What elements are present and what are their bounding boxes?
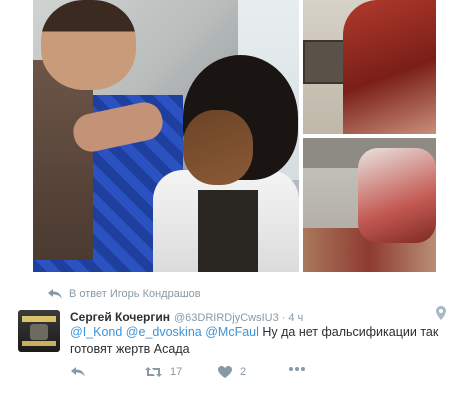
media-photo-main[interactable] xyxy=(33,0,299,272)
media-photo-top-right[interactable] xyxy=(303,0,436,134)
photo-girl-face xyxy=(183,110,253,185)
retweet-count: 17 xyxy=(170,366,183,378)
avatar-center xyxy=(30,324,48,340)
retweet-icon xyxy=(145,367,162,377)
like-button[interactable]: 2 xyxy=(218,366,246,378)
author-handle[interactable]: @63DRIRDjyCwsIU3 xyxy=(174,312,279,324)
photo-person xyxy=(343,0,436,134)
tweet-text: @I_Kond @e_dvoskina @McFaul Ну да нет фа… xyxy=(70,324,460,358)
heart-icon xyxy=(218,366,232,378)
header-separator: · xyxy=(281,312,286,324)
reply-button[interactable] xyxy=(70,366,86,378)
reply-context-arrow-icon xyxy=(48,289,62,299)
mention-link[interactable]: @e_dvoskina xyxy=(126,325,202,339)
reply-context-label: В ответ Игорь Кондрашов xyxy=(69,288,201,300)
tweet-media[interactable] xyxy=(33,0,436,272)
tweet-header: Сергей Кочергин @63DRIRDjyCwsIU3 · 4 ч xyxy=(70,310,303,324)
avatar-stripe-bottom xyxy=(22,341,56,346)
location-pin-icon[interactable] xyxy=(436,306,446,320)
retweet-button[interactable]: 17 xyxy=(145,366,182,378)
author-name[interactable]: Сергей Кочергин xyxy=(70,310,170,324)
tweet-actions: 17 2 xyxy=(70,366,460,382)
more-dots-icon xyxy=(289,367,305,371)
reply-arrow-icon xyxy=(71,367,85,377)
more-button[interactable] xyxy=(288,366,306,372)
photo-man-head xyxy=(41,0,136,90)
avatar[interactable] xyxy=(18,310,60,352)
mention-link[interactable]: @McFaul xyxy=(205,325,259,339)
like-count: 2 xyxy=(240,366,247,378)
tweet-time[interactable]: 4 ч xyxy=(288,312,303,324)
media-photo-bottom-right[interactable] xyxy=(303,138,436,272)
photo-figure xyxy=(358,148,436,243)
avatar-stripe-top xyxy=(22,316,56,322)
reply-context[interactable]: В ответ Игорь Кондрашов xyxy=(47,286,201,302)
photo-generator xyxy=(303,40,345,84)
photo-man-body xyxy=(33,60,93,260)
mention-link[interactable]: @I_Kond xyxy=(70,325,122,339)
photo-girl-vest xyxy=(198,190,258,272)
